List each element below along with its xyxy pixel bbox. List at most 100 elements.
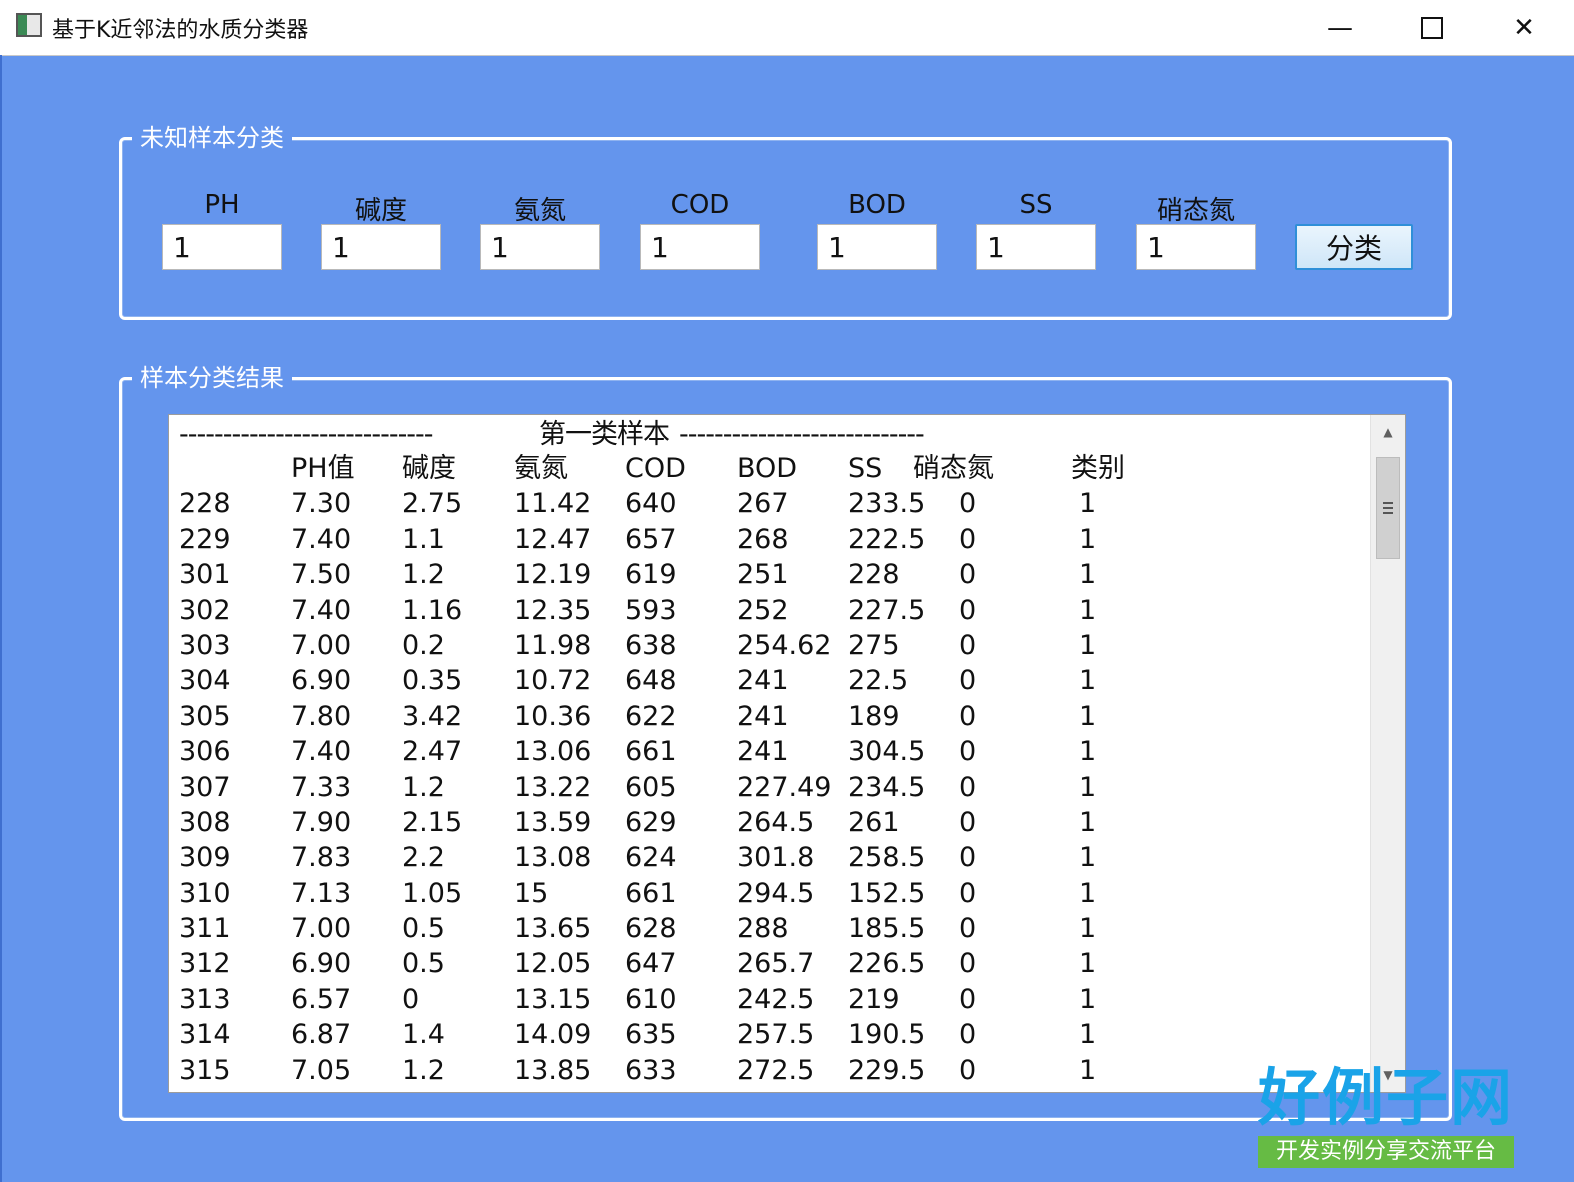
table-cell: 2.47 [402, 736, 463, 768]
table-cell: 0.5 [402, 913, 445, 945]
label-alkalinity: 碱度 [354, 196, 407, 226]
table-cell: 241 [737, 700, 789, 732]
minimize-icon: — [1327, 12, 1353, 43]
table-row: 306 7.40 2.47 13.06 661 241 304.5 0 1 [179, 734, 1365, 769]
grip-icon [1383, 502, 1393, 514]
table-cell: 619 [625, 559, 677, 591]
table-cell: 6.57 [291, 983, 352, 1015]
label-ph: PH [204, 190, 240, 220]
table-row: 229 7.40 1.1 12.47 657 268 222.5 0 1 [179, 522, 1365, 557]
scroll-up-arrow-icon[interactable]: ▲ [1371, 415, 1405, 449]
table-row: 311 7.00 0.5 13.65 628 288 185.5 0 1 [179, 911, 1365, 946]
classify-button[interactable]: 分类 [1295, 224, 1413, 270]
table-cell: 7.00 [291, 913, 352, 945]
table-cell: 272.5 [737, 1054, 815, 1086]
table-cell: 640 [625, 488, 677, 520]
table-cell: 234.5 [848, 771, 926, 803]
table-cell: 242.5 [737, 983, 815, 1015]
label-cod: COD [670, 190, 730, 220]
table-cell: 227.5 [848, 594, 926, 626]
table-cell: 0 [959, 1019, 977, 1051]
minimize-button[interactable]: — [1294, 0, 1386, 55]
table-cell: 0 [959, 842, 977, 874]
result-content: ----------------------------- 第一类样本 ----… [179, 415, 1365, 1088]
table-cell: 6.87 [291, 1019, 352, 1051]
ph-input[interactable] [162, 224, 282, 270]
table-cell: 0 [959, 665, 977, 697]
classification-result-group: 样本分类结果 ----------------------------- 第一类… [119, 363, 1452, 1121]
table-cell: 13.85 [514, 1054, 592, 1086]
header-ph: PH值 [291, 453, 355, 484]
table-cell: 1.16 [402, 594, 463, 626]
close-button[interactable]: ✕ [1478, 0, 1570, 55]
table-cell: 2.75 [402, 488, 463, 520]
table-cell: 303 [179, 629, 231, 661]
header-cod: COD [625, 453, 686, 484]
table-cell: 657 [625, 523, 677, 555]
table-cell: 261 [848, 806, 900, 838]
ammonia-input[interactable] [480, 224, 600, 270]
table-cell: 258.5 [848, 842, 926, 874]
table-cell: 294.5 [737, 877, 815, 909]
table-cell: 1 [1079, 948, 1097, 980]
table-cell: 264.5 [737, 806, 815, 838]
table-cell: 0.2 [402, 629, 445, 661]
table-cell: 302 [179, 594, 231, 626]
table-cell: 257.5 [737, 1019, 815, 1051]
table-cell: 1 [1079, 1019, 1097, 1051]
table-row: 312 6.90 0.5 12.05 647 265.7 226.5 0 1 [179, 946, 1365, 981]
header-alkalinity: 碱度 [402, 453, 456, 484]
table-cell: 0.5 [402, 948, 445, 980]
result-textbox[interactable]: ----------------------------- 第一类样本 ----… [168, 414, 1406, 1093]
table-cell: 13.15 [514, 983, 592, 1015]
table-cell: 1 [1079, 559, 1097, 591]
table-cell: 7.05 [291, 1054, 352, 1086]
table-row: 305 7.80 3.42 10.36 622 241 189 0 1 [179, 699, 1365, 734]
group-legend-result: 样本分类结果 [132, 363, 292, 393]
table-cell: 0 [959, 806, 977, 838]
maximize-icon [1421, 16, 1443, 39]
window-title: 基于K近邻法的水质分类器 [52, 18, 309, 43]
table-row: 307 7.33 1.2 13.22 605 227.49 234.5 0 1 [179, 770, 1365, 805]
table-cell: 2.15 [402, 806, 463, 838]
table-cell: 0 [959, 877, 977, 909]
table-cell: 1.1 [402, 523, 445, 555]
table-cell: 222.5 [848, 523, 926, 555]
scroll-thumb[interactable] [1376, 457, 1400, 559]
table-cell: 288 [737, 913, 789, 945]
table-cell: 1 [1079, 1054, 1097, 1086]
table-cell: 190.5 [848, 1019, 926, 1051]
section-title: 第一类样本 [539, 419, 670, 450]
table-cell: 10.36 [514, 700, 592, 732]
table-cell: 624 [625, 842, 677, 874]
table-cell: 313 [179, 983, 231, 1015]
ss-input[interactable] [976, 224, 1096, 270]
table-cell: 15 [514, 877, 549, 909]
table-cell: 11.98 [514, 629, 592, 661]
cod-input[interactable] [640, 224, 760, 270]
table-cell: 301 [179, 559, 231, 591]
table-cell: 189 [848, 700, 900, 732]
table-cell: 3.42 [402, 700, 463, 732]
table-cell: 307 [179, 771, 231, 803]
table-cell: 226.5 [848, 948, 926, 980]
alkalinity-input[interactable] [321, 224, 441, 270]
section-separator: ----------------------------- 第一类样本 ----… [179, 415, 1365, 451]
table-cell: 1.2 [402, 559, 445, 591]
table-cell: 648 [625, 665, 677, 697]
table-cell: 7.40 [291, 523, 352, 555]
table-cell: 1 [1079, 877, 1097, 909]
table-cell: 1.05 [402, 877, 463, 909]
nitrate-input[interactable] [1136, 224, 1256, 270]
table-cell: 275 [848, 629, 900, 661]
table-row: 315 7.05 1.2 13.85 633 272.5 229.5 0 1 [179, 1053, 1365, 1088]
table-cell: 241 [737, 736, 789, 768]
vertical-scrollbar[interactable]: ▲ ▼ [1370, 415, 1405, 1092]
table-cell: 1 [1079, 736, 1097, 768]
bod-input[interactable] [817, 224, 937, 270]
table-cell: 0 [959, 913, 977, 945]
table-cell: 0 [959, 559, 977, 591]
table-cell: 311 [179, 913, 231, 945]
table-cell: 10.72 [514, 665, 592, 697]
maximize-button[interactable] [1386, 0, 1478, 55]
